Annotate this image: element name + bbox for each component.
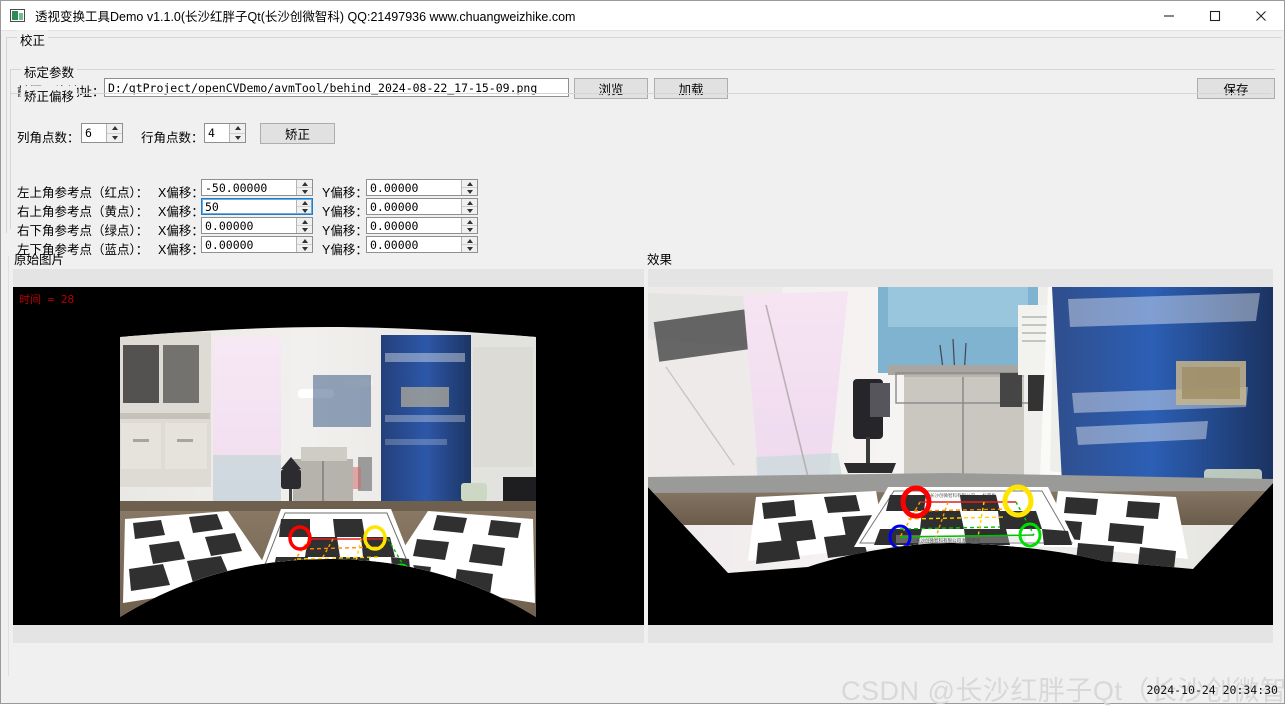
offset-row-0-y-spinbox-value: 0.00000 bbox=[367, 180, 461, 195]
effect-image-frame[interactable]: 长沙创微智科有限公司 — 标定板 bbox=[648, 269, 1273, 643]
offset-row-2-x-spinbox[interactable]: 0.00000 bbox=[201, 217, 313, 234]
offset-row-2-y-spinbox[interactable]: 0.00000 bbox=[366, 217, 478, 234]
offset-row-2-y-spinbox-stepper[interactable] bbox=[461, 218, 477, 233]
offset-row-1-x-spinbox-value: 50 bbox=[202, 199, 296, 214]
offset-row-0-y-label: Y偏移： bbox=[322, 182, 368, 201]
original-image-frame[interactable]: 长沙创微智科有限公司 bbox=[13, 269, 644, 643]
left-scrollbar[interactable] bbox=[2, 256, 9, 676]
maximize-button[interactable] bbox=[1192, 1, 1238, 30]
close-button[interactable] bbox=[1238, 1, 1284, 30]
original-overlay-text: 时间 = 28 bbox=[19, 291, 74, 307]
original-image-content: 长沙创微智科有限公司 bbox=[13, 287, 644, 625]
calibration-group-title: 校正 bbox=[17, 30, 48, 49]
effect-image-label: 效果 bbox=[647, 249, 672, 268]
svg-text:长沙创微智科有限公司 版权所有: 长沙创微智科有限公司 版权所有 bbox=[916, 537, 981, 544]
application-window: 透视变换工具Demo v1.1.0(长沙红胖子Qt(长沙创微智科) QQ:214… bbox=[0, 0, 1285, 704]
offset-row-0-x-spinbox-value: -50.00000 bbox=[202, 180, 296, 195]
offset-row-0-x-spinbox[interactable]: -50.00000 bbox=[201, 179, 313, 196]
offset-row-0-x-spinbox-decrement[interactable] bbox=[297, 188, 312, 195]
offset-row-2-y-spinbox-increment[interactable] bbox=[462, 218, 477, 226]
offset-row-2-x-spinbox-value: 0.00000 bbox=[202, 218, 296, 233]
window-title: 透视变换工具Demo v1.1.0(长沙红胖子Qt(长沙创微智科) QQ:214… bbox=[35, 6, 1146, 25]
offset-row-1-y-spinbox[interactable]: 0.00000 bbox=[366, 198, 478, 215]
image-panels: 原始图片 效果 bbox=[2, 237, 1283, 679]
offset-row-0-label: 左上角参考点（红点）： bbox=[17, 182, 148, 201]
status-bar bbox=[2, 679, 1283, 703]
title-bar: 透视变换工具Demo v1.1.0(长沙红胖子Qt(长沙创微智科) QQ:214… bbox=[1, 1, 1284, 31]
offset-row-0-x-spinbox-increment[interactable] bbox=[297, 180, 312, 188]
offset-row-1-y-spinbox-decrement[interactable] bbox=[462, 207, 477, 214]
offset-row-0-x-spinbox-stepper[interactable] bbox=[296, 180, 312, 195]
original-image-label: 原始图片 bbox=[14, 249, 64, 268]
offset-row-0-x-label: X偏移： bbox=[158, 182, 204, 201]
minimize-button[interactable] bbox=[1146, 1, 1192, 30]
params-group-title: 标定参数 bbox=[21, 62, 77, 81]
offset-row-1-x-spinbox-stepper[interactable] bbox=[296, 199, 312, 214]
offset-row-0-y-spinbox-increment[interactable] bbox=[462, 180, 477, 188]
offset-row-1-x-label: X偏移： bbox=[158, 201, 204, 220]
effect-image-canvas[interactable]: 长沙创微智科有限公司 — 标定板 bbox=[648, 287, 1273, 625]
offset-group-title: 矫正偏移 bbox=[21, 86, 77, 105]
offset-row-1-y-spinbox-value: 0.00000 bbox=[367, 199, 461, 214]
offset-row-1-x-spinbox-increment[interactable] bbox=[297, 199, 312, 207]
original-image-canvas[interactable]: 长沙创微智科有限公司 bbox=[13, 287, 644, 625]
offset-row-2-y-spinbox-value: 0.00000 bbox=[367, 218, 461, 233]
offset-row-0-y-spinbox[interactable]: 0.00000 bbox=[366, 179, 478, 196]
timestamp-label: 2024-10-24 20:34:30 bbox=[1146, 683, 1278, 697]
offset-row-2-x-spinbox-decrement[interactable] bbox=[297, 226, 312, 233]
offset-row-1-label: 右上角参考点（黄点）： bbox=[17, 201, 148, 220]
offset-row-1-y-spinbox-stepper[interactable] bbox=[461, 199, 477, 214]
picture-icon bbox=[10, 8, 26, 24]
offset-row-2-x-spinbox-stepper[interactable] bbox=[296, 218, 312, 233]
offset-row-0-y-spinbox-stepper[interactable] bbox=[461, 180, 477, 195]
offset-row-1-y-spinbox-increment[interactable] bbox=[462, 199, 477, 207]
offset-row-0-y-spinbox-decrement[interactable] bbox=[462, 188, 477, 195]
offset-row-1-x-spinbox-decrement[interactable] bbox=[297, 207, 312, 214]
offset-row-2-y-spinbox-decrement[interactable] bbox=[462, 226, 477, 233]
offset-row-2-x-spinbox-increment[interactable] bbox=[297, 218, 312, 226]
form-area: 校正 前摄图片地址： D:/qtProject/openCVDemo/avmTo… bbox=[2, 31, 1283, 235]
effect-image-content: 长沙创微智科有限公司 — 标定板 bbox=[648, 287, 1273, 625]
offset-row-1-x-spinbox[interactable]: 50 bbox=[201, 198, 313, 215]
offset-row-1-y-label: Y偏移： bbox=[322, 201, 368, 220]
